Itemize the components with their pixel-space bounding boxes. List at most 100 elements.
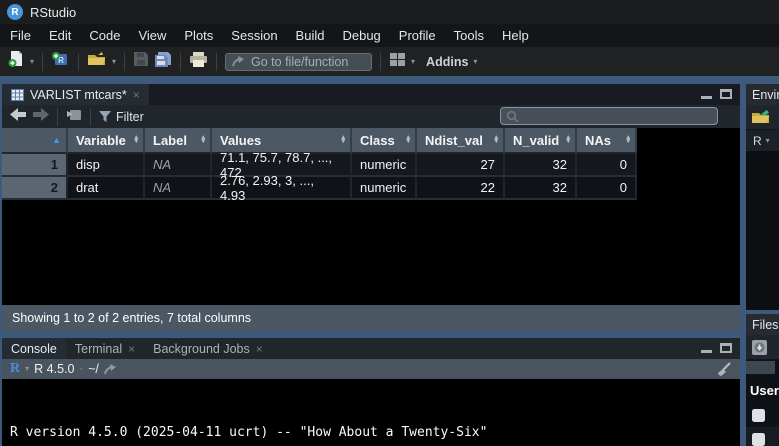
console-output[interactable]: R version 4.5.0 (2025-04-11 ucrt) -- "Ho… xyxy=(2,379,740,446)
maximize-pane-icon[interactable] xyxy=(720,89,732,99)
tab-environment[interactable]: Envir xyxy=(752,88,779,102)
table-search-input[interactable] xyxy=(500,107,718,125)
toolbar-separator xyxy=(42,53,43,71)
header-class[interactable]: Class▴▾ xyxy=(352,128,417,154)
menu-plots[interactable]: Plots xyxy=(175,24,222,47)
files-toolbar xyxy=(746,335,779,360)
install-packages-icon[interactable] xyxy=(751,339,768,356)
table-status-bar: Showing 1 to 2 of 2 entries, 7 total col… xyxy=(2,305,740,331)
addins-button[interactable]: Addins xyxy=(426,55,468,69)
tab-close-icon[interactable]: × xyxy=(128,343,135,355)
goto-arrow-icon xyxy=(232,56,245,67)
sort-icon: ▴▾ xyxy=(494,136,498,145)
back-icon[interactable] xyxy=(10,108,27,126)
menubar: File Edit Code View Plots Session Build … xyxy=(0,24,779,47)
main-toolbar: ▾ R ▾ Go to file/function ▾ Addins xyxy=(0,47,779,76)
addins-dropdown-icon[interactable]: ▾ xyxy=(473,58,477,66)
menu-file[interactable]: File xyxy=(1,24,40,47)
minimize-pane-icon[interactable] xyxy=(701,344,712,353)
import-dataset-icon[interactable] xyxy=(751,109,771,125)
package-checkbox[interactable] xyxy=(752,433,765,446)
r-version-dropdown-icon[interactable]: ▾ xyxy=(25,365,29,373)
tab-background-jobs[interactable]: Background Jobs × xyxy=(144,338,272,359)
sort-icon: ▴▾ xyxy=(134,136,138,145)
cell-label: NA xyxy=(145,177,212,200)
files-tabbar: Files xyxy=(746,314,779,335)
tab-close-icon[interactable]: × xyxy=(256,343,263,355)
files-filter-strip[interactable] xyxy=(746,361,775,374)
tab-label: Console xyxy=(11,342,57,356)
toolbar-separator xyxy=(124,53,125,71)
pane-layout-dropdown-icon[interactable]: ▾ xyxy=(411,58,415,66)
menu-edit[interactable]: Edit xyxy=(40,24,80,47)
package-checkbox[interactable] xyxy=(752,409,765,422)
environment-pane: Envir R ▾ xyxy=(746,84,779,310)
tab-label: Background Jobs xyxy=(153,342,250,356)
titlebar: R RStudio xyxy=(0,0,779,24)
cell-n-valid: 32 xyxy=(505,154,577,177)
tab-varlist-mtcars[interactable]: VARLIST mtcars* × xyxy=(2,84,149,105)
header-n-valid[interactable]: N_valid▴▾ xyxy=(505,128,577,154)
console-tabbar: Console Terminal × Background Jobs × xyxy=(2,338,740,359)
forward-icon[interactable] xyxy=(32,108,49,126)
sort-icon: ▴▾ xyxy=(341,136,345,145)
table-row[interactable]: 2 drat NA 2.76, 2.93, 3, ..., 4.93 numer… xyxy=(2,177,637,200)
header-nas[interactable]: NAs▴▾ xyxy=(577,128,637,154)
open-file-icon[interactable] xyxy=(87,51,107,72)
menu-session[interactable]: Session xyxy=(222,24,286,47)
header-rownum[interactable]: ▲ xyxy=(2,128,68,154)
sort-icon: ▴▾ xyxy=(406,136,410,145)
menu-build[interactable]: Build xyxy=(287,24,334,47)
cell-ndist-val: 22 xyxy=(417,177,505,200)
goto-directory-icon[interactable] xyxy=(104,364,117,375)
cell-label: NA xyxy=(145,154,212,177)
cell-ndist-val: 27 xyxy=(417,154,505,177)
header-label[interactable]: Label▴▾ xyxy=(145,128,212,154)
menu-view[interactable]: View xyxy=(129,24,175,47)
source-pane: VARLIST mtcars* × xyxy=(2,84,740,331)
maximize-pane-icon[interactable] xyxy=(720,343,732,353)
clear-console-icon[interactable] xyxy=(714,362,732,377)
selector-dropdown-icon: ▾ xyxy=(766,137,770,145)
rstudio-logo-icon: R xyxy=(7,4,23,20)
working-directory: ~/ xyxy=(88,362,99,376)
new-file-dropdown-icon[interactable]: ▾ xyxy=(30,58,34,66)
show-in-new-window-icon[interactable] xyxy=(66,107,82,126)
header-variable[interactable]: Variable▴▾ xyxy=(68,128,145,154)
print-icon[interactable] xyxy=(189,51,208,73)
tab-label: VARLIST mtcars* xyxy=(30,88,127,102)
cell-class: numeric xyxy=(352,154,417,177)
menu-debug[interactable]: Debug xyxy=(333,24,389,47)
header-ndist-val[interactable]: Ndist_val▴▾ xyxy=(417,128,505,154)
sort-icon: ▴▾ xyxy=(566,136,570,145)
environment-language-selector[interactable]: R ▾ xyxy=(746,130,779,151)
menu-code[interactable]: Code xyxy=(80,24,129,47)
sort-icon: ▴▾ xyxy=(626,136,630,145)
menu-profile[interactable]: Profile xyxy=(390,24,445,47)
tab-terminal[interactable]: Terminal × xyxy=(66,338,144,359)
selector-label: R xyxy=(753,134,762,148)
tab-files[interactable]: Files xyxy=(752,318,778,332)
menu-tools[interactable]: Tools xyxy=(445,24,493,47)
tab-close-icon[interactable]: × xyxy=(133,89,140,101)
cell-variable: drat xyxy=(68,177,145,200)
toolbar-separator xyxy=(380,53,381,71)
environment-tabbar: Envir xyxy=(746,84,779,105)
filter-button[interactable]: Filter xyxy=(99,110,144,124)
goto-file-function-input[interactable]: Go to file/function xyxy=(225,53,372,71)
r-version-label: R 4.5.0 xyxy=(34,362,74,376)
tab-console[interactable]: Console xyxy=(2,338,66,359)
cell-class: numeric xyxy=(352,177,417,200)
open-file-dropdown-icon[interactable]: ▾ xyxy=(112,58,116,66)
workspace: VARLIST mtcars* × xyxy=(0,76,779,446)
cell-variable: disp xyxy=(68,154,145,177)
menu-help[interactable]: Help xyxy=(493,24,538,47)
pane-layout-icon[interactable] xyxy=(389,52,406,72)
save-all-icon[interactable] xyxy=(154,51,172,73)
new-project-icon[interactable]: R xyxy=(51,50,70,73)
filter-label: Filter xyxy=(116,110,144,124)
save-icon[interactable] xyxy=(133,51,149,72)
toolbar-separator xyxy=(180,53,181,71)
minimize-pane-icon[interactable] xyxy=(701,90,712,99)
new-file-icon[interactable] xyxy=(7,50,25,73)
